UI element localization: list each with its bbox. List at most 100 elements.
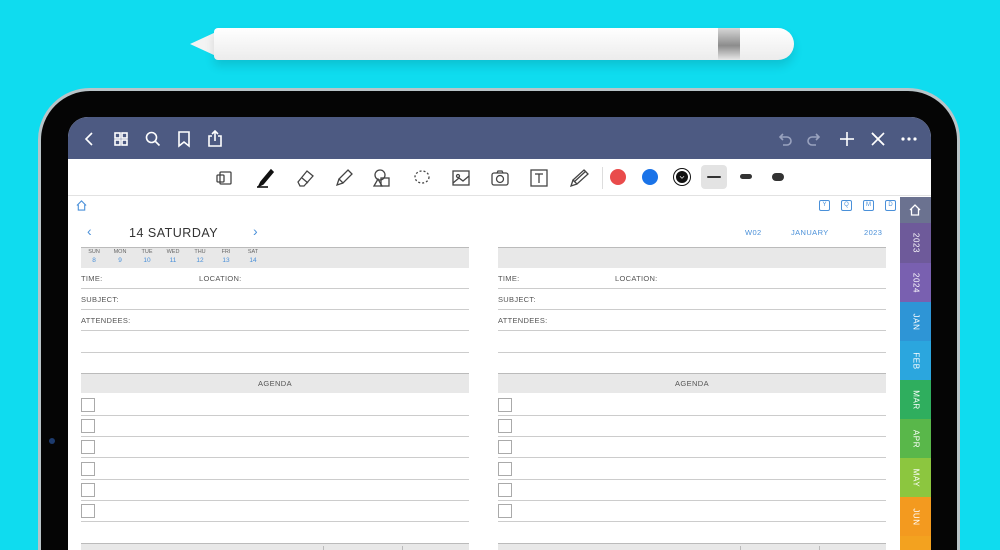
highlighter-icon[interactable]: [333, 167, 355, 189]
tablet-screen: Y Q M D ‹ 14 SATURDAY › SUN 8 MON 9 TUE 10 …: [68, 117, 931, 550]
time-location-row[interactable]: TIME: LOCATION:: [81, 268, 469, 289]
toolbar-divider: [602, 167, 603, 189]
week-number-label[interactable]: W02: [745, 228, 762, 237]
year-label[interactable]: 2023: [864, 228, 882, 237]
text-icon[interactable]: [528, 167, 550, 189]
agenda-item[interactable]: [498, 416, 886, 437]
notes-line[interactable]: [81, 332, 469, 353]
camera-icon[interactable]: [489, 167, 511, 189]
grid-icon[interactable]: [111, 129, 131, 149]
agenda-checkbox[interactable]: [498, 504, 512, 518]
side-tab-feb[interactable]: FEB: [900, 341, 931, 380]
side-tab-jul[interactable]: [900, 536, 931, 550]
agenda-item[interactable]: [81, 416, 469, 437]
subject-row[interactable]: SUBJECT:: [81, 289, 469, 310]
week-day[interactable]: SAT 14: [240, 249, 266, 264]
pencil-tip: [190, 32, 216, 56]
side-tab-jan[interactable]: JAN: [900, 302, 931, 341]
lasso-icon[interactable]: [411, 167, 433, 189]
bottom-section-header: [498, 543, 886, 550]
agenda-checkbox[interactable]: [498, 462, 512, 476]
agenda-checkbox[interactable]: [81, 483, 95, 497]
side-tab-jun[interactable]: JUN: [900, 497, 931, 536]
agenda-item[interactable]: [81, 480, 469, 501]
home-icon: [909, 204, 921, 216]
agenda-item[interactable]: [81, 501, 469, 522]
side-tab-2024[interactable]: 2024: [900, 263, 931, 302]
agenda-checkbox[interactable]: [81, 419, 95, 433]
redo-icon[interactable]: [805, 129, 825, 149]
agenda-item[interactable]: [81, 459, 469, 480]
stroke-size-thin[interactable]: [701, 165, 727, 189]
agenda-item[interactable]: [498, 480, 886, 501]
location-label: LOCATION:: [199, 274, 242, 283]
stylus-pencil: [190, 28, 794, 60]
read-only-icon[interactable]: [214, 167, 236, 189]
date-navigator: ‹ 14 SATURDAY ›: [81, 224, 271, 240]
eraser-icon[interactable]: [294, 167, 316, 189]
subject-label: SUBJECT:: [498, 295, 536, 304]
close-icon[interactable]: [868, 129, 888, 149]
time-location-row[interactable]: TIME: LOCATION:: [498, 268, 886, 289]
month-label[interactable]: JANUARY: [791, 228, 829, 237]
week-day[interactable]: FRI 13: [213, 249, 239, 264]
share-icon[interactable]: [205, 129, 225, 149]
color-swatch-black[interactable]: [674, 169, 690, 185]
attendees-row[interactable]: ATTENDEES:: [81, 310, 469, 331]
agenda-item[interactable]: [81, 437, 469, 458]
time-label: TIME:: [498, 274, 520, 283]
planner-page: Y Q M D ‹ 14 SATURDAY › SUN 8 MON 9 TUE 10 …: [68, 197, 900, 550]
side-tab-mar[interactable]: MAR: [900, 380, 931, 419]
bottom-section-header: [81, 543, 469, 550]
week-day[interactable]: WED 11: [160, 249, 186, 264]
agenda-checkbox[interactable]: [81, 504, 95, 518]
agenda-item[interactable]: [498, 459, 886, 480]
next-day-icon[interactable]: ›: [253, 224, 258, 238]
pen-icon[interactable]: [254, 167, 276, 189]
agenda-checkbox[interactable]: [498, 440, 512, 454]
undo-icon[interactable]: [774, 129, 794, 149]
agenda-item[interactable]: [81, 395, 469, 416]
week-day[interactable]: MON 9: [107, 249, 133, 264]
pencil-body: [214, 28, 794, 60]
color-swatch-red[interactable]: [610, 169, 626, 185]
week-day[interactable]: SUN 8: [81, 249, 107, 264]
side-tab-apr[interactable]: APR: [900, 419, 931, 458]
notes-line[interactable]: [498, 332, 886, 353]
week-day[interactable]: THU 12: [187, 249, 213, 264]
side-tab-may[interactable]: MAY: [900, 458, 931, 497]
back-icon[interactable]: [80, 129, 100, 149]
image-icon[interactable]: [450, 167, 472, 189]
app-top-bar: [68, 117, 931, 159]
previous-day-icon[interactable]: ‹: [87, 224, 92, 238]
agenda-checkbox[interactable]: [498, 398, 512, 412]
subject-row[interactable]: SUBJECT:: [498, 289, 886, 310]
side-tab-home[interactable]: [900, 197, 931, 223]
agenda-checkbox[interactable]: [81, 462, 95, 476]
shapes-icon[interactable]: [371, 167, 393, 189]
time-label: TIME:: [81, 274, 103, 283]
color-swatch-blue[interactable]: [642, 169, 658, 185]
agenda-item[interactable]: [498, 395, 886, 416]
agenda-checkbox[interactable]: [498, 483, 512, 497]
attendees-row[interactable]: ATTENDEES:: [498, 310, 886, 331]
stroke-size-medium[interactable]: [733, 165, 759, 189]
attendees-label: ATTENDEES:: [498, 316, 548, 325]
bookmark-icon[interactable]: [174, 129, 194, 149]
agenda-checkbox[interactable]: [498, 419, 512, 433]
agenda-item[interactable]: [498, 437, 886, 458]
week-day[interactable]: TUE 10: [134, 249, 160, 264]
stroke-size-thick[interactable]: [765, 165, 791, 189]
agenda-item[interactable]: [498, 501, 886, 522]
add-icon[interactable]: [837, 129, 857, 149]
search-icon[interactable]: [143, 129, 163, 149]
week-strip-blank: [498, 247, 886, 268]
agenda-checkbox[interactable]: [81, 440, 95, 454]
more-icon[interactable]: [899, 129, 919, 149]
element-icon[interactable]: [568, 167, 590, 189]
week-strip: SUN 8 MON 9 TUE 10 WED 11 THU 12 FRI 13 SAT 14: [81, 247, 469, 268]
agenda-checkbox[interactable]: [81, 398, 95, 412]
agenda-header: AGENDA: [498, 373, 886, 393]
mini-tab-day[interactable]: D: [885, 200, 896, 211]
side-tab-2023[interactable]: 2023: [900, 223, 931, 263]
